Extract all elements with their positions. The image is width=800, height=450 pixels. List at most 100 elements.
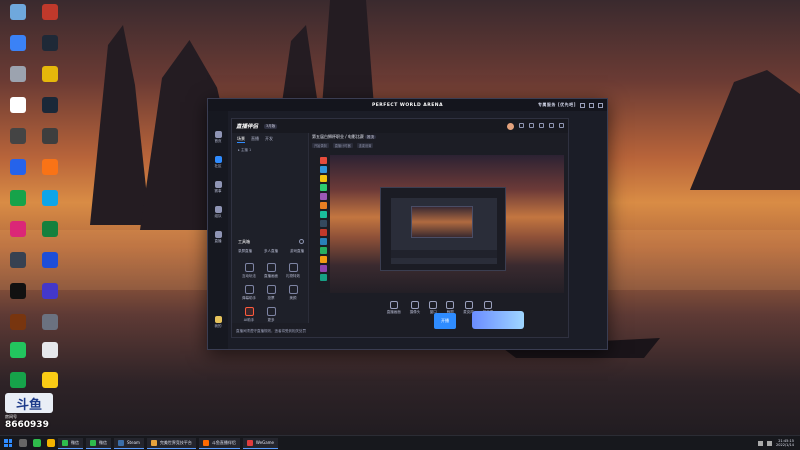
stream-preview[interactable]	[316, 155, 564, 293]
desktop-icon[interactable]	[2, 372, 34, 389]
meta-record[interactable]: 开始录制	[312, 143, 329, 148]
desktop-icon[interactable]	[34, 283, 66, 300]
desktop-icon[interactable]	[2, 4, 34, 21]
maximize-icon[interactable]	[589, 102, 594, 108]
preview-app-icon	[319, 220, 327, 227]
service-label[interactable]: 专属服务 [优先吧]	[538, 102, 576, 108]
desktop-icon[interactable]	[2, 66, 34, 83]
desktop-icon[interactable]	[34, 4, 66, 21]
task-label: Steam	[127, 440, 140, 445]
tool-item[interactable]: 投票	[260, 285, 282, 301]
pinned-app-icon[interactable]	[33, 439, 41, 447]
preview-app-icon	[319, 202, 327, 209]
desktop-icon[interactable]	[34, 128, 66, 145]
taskbar-task[interactable]: 斗鱼直播伴侣	[198, 437, 240, 449]
search-icon[interactable]	[19, 439, 27, 447]
mode-screen[interactable]: 录屏直播	[238, 249, 252, 254]
network-icon[interactable]	[758, 440, 764, 446]
desktop-icon[interactable]	[34, 221, 66, 238]
desktop-icon[interactable]	[2, 252, 34, 269]
taskbar-task[interactable]: Steam	[114, 437, 144, 449]
desktop-icon[interactable]	[2, 35, 34, 52]
desktop-icon[interactable]	[2, 221, 34, 238]
scene-tree-item[interactable]: ▸ 主播 1	[232, 146, 308, 155]
sidebar-item-mine[interactable]: 我的	[210, 316, 226, 329]
desktop-icon[interactable]	[2, 128, 34, 145]
taskbar-task[interactable]: 微信	[86, 437, 111, 449]
control-screen[interactable]: 直播画面	[387, 301, 401, 315]
tab-scene[interactable]: 场景	[237, 136, 245, 143]
stream-title[interactable]: 第五届白狮杯职业 / 电影比赛	[312, 134, 364, 139]
control-camera[interactable]: 摄像头	[410, 301, 420, 315]
desktop-icon[interactable]	[2, 314, 34, 331]
desktop-icon[interactable]	[34, 314, 66, 331]
close-icon[interactable]	[559, 122, 564, 128]
preview-app-icon	[319, 274, 327, 281]
sidebar-item-community[interactable]: 社区	[210, 156, 226, 169]
tool-item[interactable]: 礼物特效	[282, 263, 304, 279]
mountain-shape	[90, 25, 150, 225]
taskbar-task[interactable]: 完美世界竞技平台	[146, 437, 196, 449]
minimize-icon[interactable]	[549, 122, 554, 128]
avatar[interactable]	[507, 122, 514, 130]
desktop-icon[interactable]	[2, 190, 34, 207]
skin-icon[interactable]	[519, 122, 524, 128]
menu-icon[interactable]	[539, 122, 544, 128]
desktop-icon[interactable]	[34, 66, 66, 83]
desktop-icon[interactable]	[2, 342, 34, 359]
meta-link[interactable]: 连麦设置	[356, 143, 374, 148]
clock-date: 2022/1/14	[776, 443, 794, 447]
taskbar-task[interactable]: WeGame	[242, 437, 279, 449]
start-live-button[interactable]: 开播	[434, 313, 456, 329]
sidebar-item-team[interactable]: 组队	[210, 206, 226, 219]
desktop-icon[interactable]	[34, 342, 66, 359]
tool-icon	[244, 263, 254, 272]
tool-label: 直播画面	[264, 274, 278, 278]
mode-multi[interactable]: 多人直播	[264, 249, 278, 254]
sidebar-item-live[interactable]: 直播	[210, 231, 226, 244]
live-banner[interactable]	[472, 311, 524, 329]
scene-tabs: 场景 直播 开发	[232, 133, 308, 146]
preview-app-icon	[319, 238, 327, 245]
nested-control-bar	[391, 250, 497, 258]
desktop-icon[interactable]	[34, 252, 66, 269]
tool-item[interactable]: 更多	[260, 307, 282, 323]
home-icon	[214, 131, 222, 138]
settings-icon[interactable]	[529, 122, 534, 128]
desktop-icon[interactable]	[34, 35, 66, 52]
tool-icon	[244, 307, 254, 316]
sidebar-item-events[interactable]: 赛事	[210, 181, 226, 194]
camera-icon	[411, 301, 419, 309]
desktop-icon[interactable]	[34, 159, 66, 176]
clock[interactable]: 21:45:15 2022/1/14	[776, 439, 794, 448]
windows-start-icon[interactable]	[4, 439, 12, 447]
desktop-icon[interactable]	[2, 283, 34, 300]
topbar-icons	[507, 122, 564, 130]
meta-timer[interactable]: 直播计时器	[332, 143, 353, 148]
tool-item[interactable]: 弹幕助手	[238, 285, 260, 301]
tab-live[interactable]: 直播	[251, 136, 259, 143]
minimize-icon[interactable]	[580, 102, 585, 108]
sidebar-item-label: 社区	[214, 164, 222, 168]
stream-app-window: 直播伴侣 3月版 场景 直播 开发 ▸ 主播 1 工具箱 录屏直播 多人直播 游…	[231, 118, 569, 338]
sidebar-item-home[interactable]: 首页	[210, 131, 226, 144]
tab-dev[interactable]: 开发	[265, 136, 273, 143]
version-pill[interactable]: 3月版	[264, 123, 278, 129]
close-icon[interactable]	[598, 102, 603, 108]
desktop-icon[interactable]	[34, 97, 66, 114]
screen-icon	[389, 301, 398, 309]
taskbar-task[interactable]: 微信	[58, 437, 83, 449]
mode-game[interactable]: 游戏直播	[290, 249, 304, 254]
desktop-icon[interactable]	[34, 190, 66, 207]
tool-item[interactable]: 美颜	[282, 285, 304, 301]
pinned-app-icon[interactable]	[47, 439, 55, 447]
volume-icon[interactable]	[767, 440, 773, 446]
tool-item[interactable]: 直播画面	[260, 263, 282, 279]
desktop-icon[interactable]	[2, 159, 34, 176]
tool-item[interactable]: 互动玩法	[238, 263, 260, 279]
tool-item[interactable]: AI助手	[238, 307, 260, 323]
toolbox-collapse-icon[interactable]	[299, 239, 304, 244]
stream-tag[interactable]: 推流	[365, 135, 377, 139]
desktop-icon[interactable]	[2, 97, 34, 114]
desktop-icon[interactable]	[34, 372, 66, 389]
